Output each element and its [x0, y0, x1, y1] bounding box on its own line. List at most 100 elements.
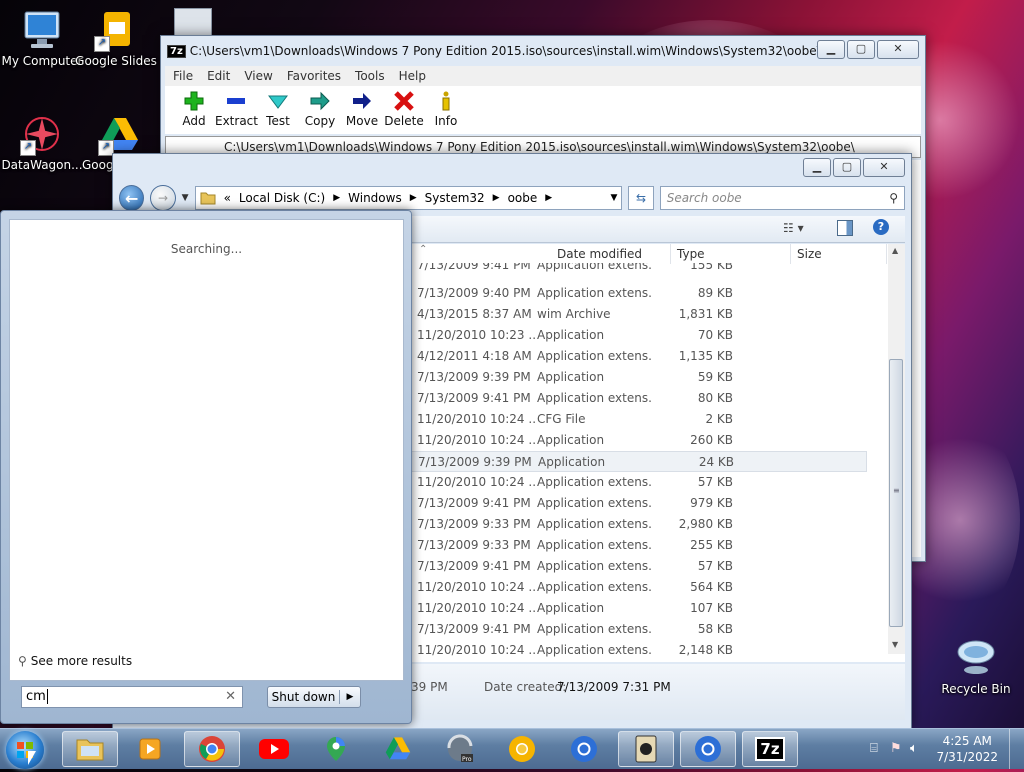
show-desktop-button[interactable]: [1009, 729, 1024, 769]
taskbar-google-drive[interactable]: [370, 731, 426, 767]
action-center-flag-icon[interactable]: ⚑: [890, 741, 902, 756]
taskbar-7zip[interactable]: 7z: [742, 731, 798, 767]
menu-help[interactable]: Help: [399, 69, 426, 83]
address-dropdown-icon[interactable]: ▼: [610, 193, 621, 203]
breadcrumb-item[interactable]: System32: [425, 191, 485, 205]
vertical-scrollbar[interactable]: ▲ ≡ ▼: [888, 244, 905, 654]
start-search-value: cm: [26, 689, 46, 704]
taskbar-youtube[interactable]: [246, 731, 302, 767]
table-row[interactable]: 4/13/2015 8:37 AM wim Archive 1,831 KB: [409, 304, 867, 325]
extract-button[interactable]: Extract: [215, 86, 258, 134]
taskbar-google-earth-pro[interactable]: Pro: [432, 731, 488, 767]
table-row[interactable]: 7/13/2009 9:39 PM Application 59 KB: [409, 367, 867, 388]
maximize-button[interactable]: ▢: [847, 40, 875, 59]
start-search-input[interactable]: cm ✕: [21, 686, 243, 708]
taskbar-media-player[interactable]: [122, 731, 178, 767]
preview-pane-icon[interactable]: [837, 220, 853, 236]
desktop-icon-google-slides[interactable]: ↗ Google Slides: [74, 8, 158, 68]
breadcrumb-overflow-icon[interactable]: «: [224, 191, 231, 205]
see-more-results-link[interactable]: ⚲ See more results: [18, 654, 132, 668]
desktop-icon-recycle-bin[interactable]: Recycle Bin: [934, 636, 1018, 696]
chrome-beta-icon: [571, 736, 597, 762]
test-button[interactable]: Test: [257, 86, 299, 134]
menu-tools[interactable]: Tools: [355, 69, 385, 83]
start-button[interactable]: [6, 731, 44, 769]
chrome-icon: [199, 736, 225, 762]
refresh-button[interactable]: ⇆: [628, 186, 654, 210]
youtube-icon: [259, 739, 289, 759]
menu-edit[interactable]: Edit: [207, 69, 230, 83]
taskbar-app-window[interactable]: [618, 731, 674, 767]
table-row[interactable]: 11/20/2010 10:24 ... Application extens..…: [409, 577, 867, 598]
table-row[interactable]: 11/20/2010 10:24 ... Application extens..…: [409, 640, 867, 661]
back-button[interactable]: ←: [119, 185, 145, 211]
text-cursor: [46, 689, 48, 704]
menu-view[interactable]: View: [244, 69, 272, 83]
info-button[interactable]: Info: [425, 86, 467, 134]
scroll-down-icon[interactable]: ▼: [892, 640, 898, 649]
menu-favorites[interactable]: Favorites: [287, 69, 341, 83]
maximize-button[interactable]: ▢: [833, 158, 861, 177]
table-row[interactable]: 11/20/2010 10:24 ... Application 260 KB: [409, 430, 867, 451]
copy-button[interactable]: Copy: [299, 86, 341, 134]
clock[interactable]: 4:25 AM 7/31/2022: [936, 733, 998, 765]
table-row[interactable]: 4/12/2011 4:18 AM Application extens... 1,…: [409, 346, 867, 367]
menu-file[interactable]: File: [173, 69, 193, 83]
table-row[interactable]: 7/13/2009 9:40 PM Application extens... 89…: [409, 283, 867, 304]
table-row[interactable]: 11/20/2010 10:24 ... Application extens..…: [409, 472, 867, 493]
close-button[interactable]: ✕: [877, 40, 919, 59]
column-header-type[interactable]: Type: [671, 244, 791, 264]
table-row[interactable]: 11/20/2010 10:23 ... Application 70 KB: [409, 325, 867, 346]
table-row-selected[interactable]: 7/13/2009 9:39 PM Application 24 KB: [409, 451, 867, 472]
table-row[interactable]: 7/13/2009 9:41 PM Application extens... 97…: [409, 493, 867, 514]
table-row[interactable]: 7/13/2009 9:41 PM Application extens... 80…: [409, 388, 867, 409]
recent-pages-chevron-icon[interactable]: ▼: [182, 193, 189, 203]
desktop-icon-partial[interactable]: [174, 8, 212, 38]
taskbar-chrome-1[interactable]: [184, 731, 240, 767]
breadcrumb[interactable]: « Local Disk (C:) ▶ Windows ▶ System32 ▶ oo…: [194, 186, 623, 210]
desktop-icon-datawagon[interactable]: ↗ DataWagon...: [0, 112, 84, 172]
details-created-value: 7/13/2009 7:31 PM: [557, 680, 671, 694]
column-header-size[interactable]: Size: [791, 244, 887, 264]
table-row[interactable]: 7/13/2009 9:33 PM Application extens... 25…: [409, 535, 867, 556]
sevenzip-title-bar[interactable]: 7z C:\Users\vm1\Downloads\Windows 7 Pony…: [167, 44, 821, 58]
minimize-button[interactable]: ▁: [803, 158, 831, 177]
desktop-icon-my-computer[interactable]: My Computer: [0, 8, 84, 68]
table-row[interactable]: 11/20/2010 10:24 ... Application 107 KB: [409, 598, 867, 619]
table-row[interactable]: 11/20/2010 10:24 ... CFG File 2 KB: [409, 409, 867, 430]
taskbar-chrome-beta[interactable]: [556, 731, 612, 767]
table-row[interactable]: 7/13/2009 9:41 PM Application extens... 58…: [409, 619, 867, 640]
delete-button[interactable]: Delete: [383, 86, 425, 134]
add-button[interactable]: Add: [173, 86, 215, 134]
scrollbar-thumb[interactable]: ≡: [889, 359, 903, 627]
table-row[interactable]: 7/13/2009 9:41 PM Application extens... 57…: [409, 556, 867, 577]
network-icon[interactable]: ⌸: [870, 741, 878, 756]
minimize-button[interactable]: ▁: [817, 40, 845, 59]
table-row[interactable]: 7/13/2009 9:33 PM Application extens... 2,…: [409, 514, 867, 535]
column-header-date[interactable]: Date modified: [551, 244, 671, 264]
search-input[interactable]: Search oobe ⚲: [659, 186, 906, 210]
taskbar-google-maps[interactable]: [308, 731, 364, 767]
folder-icon: [76, 739, 104, 761]
shutdown-button[interactable]: Shut down ▶: [267, 686, 361, 708]
help-icon[interactable]: ?: [873, 219, 889, 235]
clear-search-icon[interactable]: ✕: [225, 687, 236, 707]
breadcrumb-item[interactable]: Windows: [348, 191, 402, 205]
volume-icon[interactable]: 🔈︎: [910, 741, 918, 756]
view-options-icon[interactable]: ☷ ▾: [783, 221, 804, 235]
forward-button[interactable]: →: [150, 185, 176, 211]
table-row[interactable]: 7/13/2009 9:41 PM Application extens... 15…: [409, 263, 867, 277]
taskbar-chrome-canary[interactable]: [494, 731, 550, 767]
taskbar-explorer[interactable]: [62, 731, 118, 767]
breadcrumb-separator-icon: ▶: [333, 193, 341, 203]
scroll-up-icon[interactable]: ▲: [892, 246, 898, 255]
breadcrumb-item[interactable]: Local Disk (C:): [239, 191, 325, 205]
info-icon: [442, 91, 450, 111]
breadcrumb-item[interactable]: oobe: [508, 191, 538, 205]
minus-icon: [227, 98, 245, 104]
taskbar-chrome-2[interactable]: [680, 731, 736, 767]
shutdown-options-arrow-icon[interactable]: ▶: [340, 692, 360, 702]
close-button[interactable]: ✕: [863, 158, 905, 177]
move-button[interactable]: Move: [341, 86, 383, 134]
breadcrumb-separator-icon: ▶: [492, 193, 500, 203]
